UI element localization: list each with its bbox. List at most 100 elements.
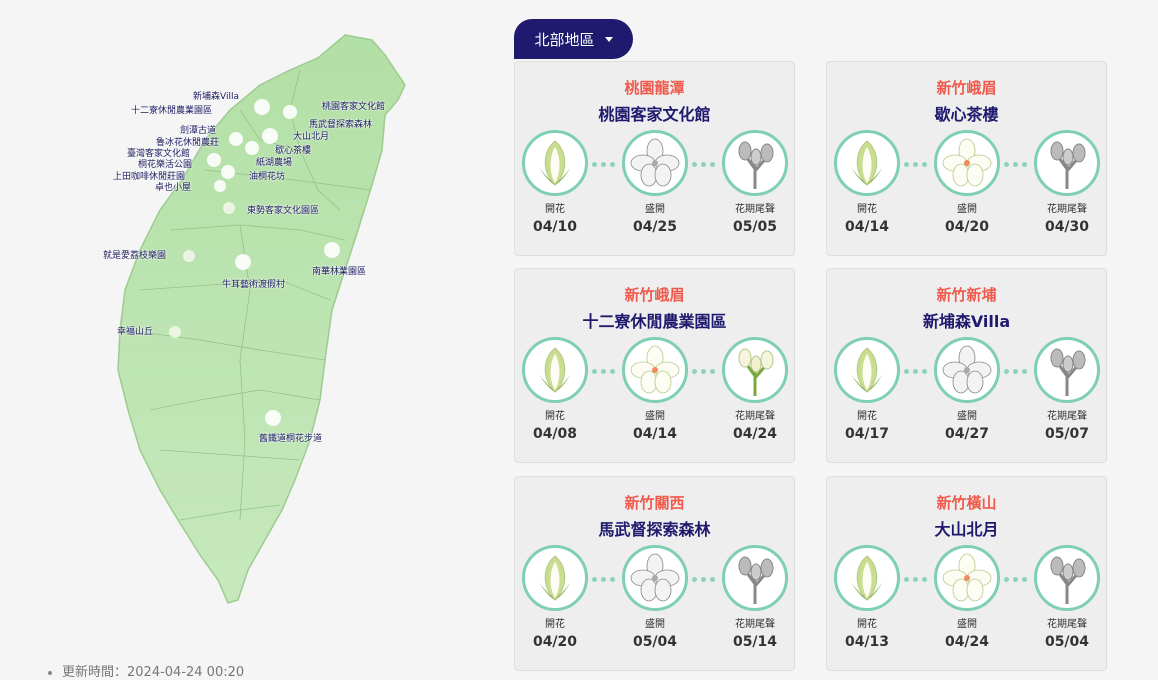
bloom-card[interactable]: 新竹關西馬武督探索森林開花 04/20 盛開 05/04 花期尾聲 05/14 — [514, 476, 795, 671]
stage-date: 04/25 — [632, 219, 678, 235]
flower-color-icon — [834, 545, 900, 611]
stage-date: 04/10 — [532, 219, 578, 235]
map-label: 馬武督探索森林 — [309, 120, 373, 130]
flower-color-icon — [722, 337, 788, 403]
map-label: 紙湖農場 — [256, 158, 293, 168]
bloom-card[interactable]: 新竹峨眉十二寮休閒農業園區開花 04/08 盛開 04/14 花期尾聲 04/24 — [514, 268, 795, 463]
card-city: 新竹峨眉 — [624, 286, 685, 304]
map-label: 幸福山丘 — [117, 327, 154, 337]
flower-color-icon — [934, 130, 1000, 196]
stage-label: 花期尾聲 — [735, 411, 775, 422]
bloom-stage: 花期尾聲 05/04 — [1031, 545, 1103, 650]
region-dropdown-button[interactable]: 北部地區 — [514, 19, 633, 59]
stage-date: 05/05 — [732, 219, 778, 235]
card-city: 新竹新埔 — [936, 286, 997, 304]
taiwan-map-shape — [117, 34, 406, 604]
stage-date: 04/08 — [532, 426, 578, 442]
bullet-icon — [48, 670, 52, 675]
stage-date: 04/27 — [944, 426, 990, 442]
stage-label: 花期尾聲 — [1047, 619, 1087, 630]
bloom-stage: 盛開 04/14 — [619, 337, 691, 442]
stage-label: 花期尾聲 — [1047, 204, 1087, 215]
map-label: 臺灣客家文化館 — [127, 149, 191, 159]
card-place: 十二寮休閒農業園區 — [582, 312, 727, 331]
bloom-stage: 花期尾聲 04/24 — [719, 337, 791, 442]
map-label: 油桐花坊 — [249, 172, 286, 182]
connector-dots — [1004, 577, 1027, 582]
connector-dots — [592, 577, 615, 582]
stage-label: 盛開 — [645, 204, 665, 215]
map-label: 舊鐵道桐花步道 — [259, 434, 323, 444]
caret-down-icon — [604, 36, 613, 42]
connector-dots — [1004, 162, 1027, 167]
card-city: 新竹橫山 — [936, 494, 997, 512]
flower-color-icon — [522, 337, 588, 403]
stage-date: 04/14 — [632, 426, 678, 442]
flower-color-icon — [934, 545, 1000, 611]
bloom-stage: 開花 04/08 — [519, 337, 591, 442]
flower-color-icon — [522, 130, 588, 196]
bloom-stage: 開花 04/13 — [831, 545, 903, 650]
taiwan-map: 新埔森Villa 十二寮休閒農業園區 桃園客家文化館 馬武督探索森林 大山北月 … — [0, 0, 480, 679]
flower-gray-icon — [1034, 545, 1100, 611]
card-place: 大山北月 — [934, 520, 999, 539]
bloom-stage: 盛開 04/24 — [931, 545, 1003, 650]
stage-label: 盛開 — [645, 411, 665, 422]
map-label: 歇心茶樓 — [275, 146, 312, 156]
region-dropdown-label: 北部地區 — [534, 30, 595, 49]
connector-dots — [692, 162, 715, 167]
map-label: 卓也小屋 — [155, 183, 192, 193]
map-label: 南華林業園區 — [312, 267, 367, 277]
map-label: 東勢客家文化園區 — [247, 206, 320, 216]
stage-label: 花期尾聲 — [735, 619, 775, 630]
stage-date: 04/24 — [944, 634, 990, 650]
stage-date: 04/20 — [532, 634, 578, 650]
bloom-stage: 開花 04/20 — [519, 545, 591, 650]
bloom-card[interactable]: 新竹新埔 新埔森Villa 開花 04/17 盛開 04/27 花期尾聲 05/07 — [826, 268, 1107, 463]
flower-color-icon — [834, 130, 900, 196]
bloom-stage: 開花 04/10 — [519, 130, 591, 235]
stage-date: 04/17 — [844, 426, 890, 442]
stage-date: 04/13 — [844, 634, 890, 650]
stage-label: 花期尾聲 — [1047, 411, 1087, 422]
map-label: 魯冰花休閒農莊 — [156, 138, 220, 148]
bloom-stage: 開花 04/17 — [831, 337, 903, 442]
stage-date: 04/20 — [944, 219, 990, 235]
map-label: 桐花樂活公園 — [138, 160, 193, 170]
flower-color-icon — [834, 337, 900, 403]
map-label: 牛耳藝術渡假村 — [222, 280, 286, 290]
bloom-card[interactable]: 新竹峨眉 歇心茶樓 開花 04/14 盛開 04/20 花期尾聲 04/30 — [826, 61, 1107, 256]
stage-label: 開花 — [545, 204, 565, 215]
card-place: 桃園客家文化館 — [598, 105, 711, 124]
card-city: 桃園龍潭 — [624, 79, 685, 97]
connector-dots — [1004, 369, 1027, 374]
flower-gray-icon — [934, 337, 1000, 403]
stage-label: 開花 — [857, 411, 877, 422]
map-label: 上田咖啡休閒莊園 — [113, 172, 186, 182]
flower-gray-icon — [722, 545, 788, 611]
bloom-stage: 盛開 05/04 — [619, 545, 691, 650]
map-label: 就是愛荔枝樂園 — [103, 251, 167, 261]
bloom-stage: 盛開 04/20 — [931, 130, 1003, 235]
card-place: 馬武督探索森林 — [598, 520, 711, 539]
stage-date: 04/24 — [732, 426, 778, 442]
card-place: 歇心茶樓 — [934, 105, 999, 124]
map-label: 十二寮休閒農業園區 — [131, 106, 213, 116]
stage-label: 盛開 — [645, 619, 665, 630]
stage-label: 花期尾聲 — [735, 204, 775, 215]
map-label: 大山北月 — [293, 132, 330, 142]
stage-date: 05/07 — [1044, 426, 1090, 442]
map-label: 桃園客家文化館 — [322, 102, 386, 112]
connector-dots — [904, 577, 927, 582]
card-city: 新竹峨眉 — [936, 79, 997, 97]
connector-dots — [904, 369, 927, 374]
bloom-stage: 盛開 04/25 — [619, 130, 691, 235]
bloom-card[interactable]: 新竹橫山大山北月開花 04/13 盛開 04/24 花期尾聲 05/04 — [826, 476, 1107, 671]
stage-label: 開花 — [545, 619, 565, 630]
card-city: 新竹關西 — [624, 494, 685, 512]
bloom-card[interactable]: 桃園龍潭桃園客家文化館開花 04/10 盛開 04/25 花期尾聲 05/05 — [514, 61, 795, 256]
bloom-stage: 花期尾聲 05/05 — [719, 130, 791, 235]
stage-date: 05/14 — [732, 634, 778, 650]
connector-dots — [904, 162, 927, 167]
stage-date: 05/04 — [1044, 634, 1090, 650]
